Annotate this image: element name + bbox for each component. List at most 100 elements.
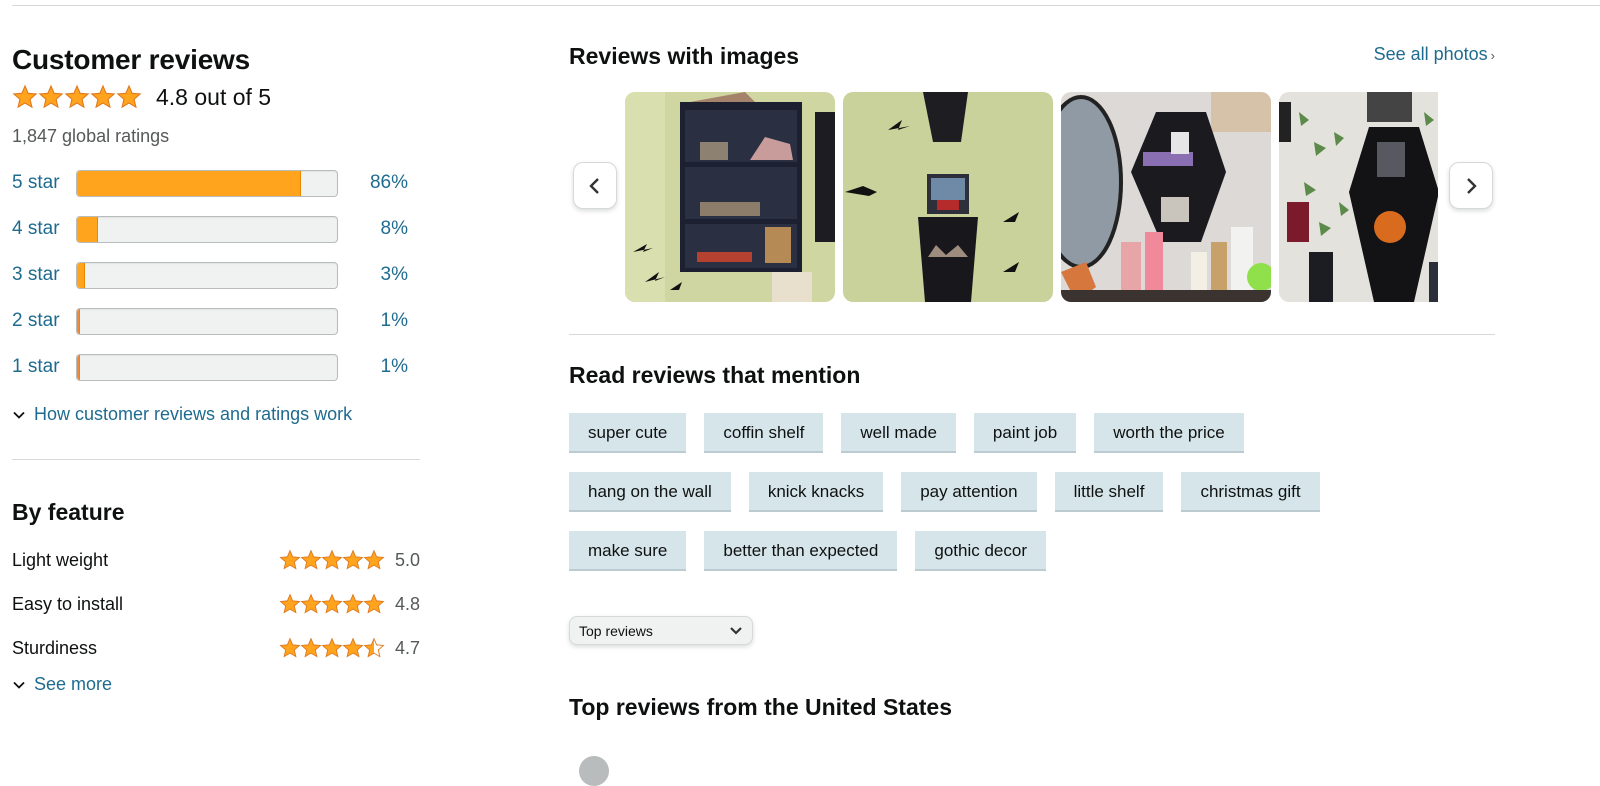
global-ratings-count: 1,847 global ratings <box>12 126 170 146</box>
mention-chip[interactable]: well made <box>841 413 956 453</box>
histogram-row-3-star[interactable]: 3 star 3% <box>12 252 420 298</box>
reviews-with-images-heading: Reviews with images <box>569 43 800 69</box>
ratings-summary-panel: Customer reviews 4.8 out of 5 1,847 glob… <box>12 40 420 695</box>
feature-name: Sturdiness <box>12 637 98 658</box>
histogram-label[interactable]: 4 star <box>12 218 76 240</box>
histogram-percent[interactable]: 1% <box>338 310 408 332</box>
feature-name: Easy to install <box>12 593 124 614</box>
histogram-label[interactable]: 2 star <box>12 310 76 332</box>
mention-chip[interactable]: pay attention <box>901 472 1037 512</box>
overall-rating[interactable]: 4.8 out of 5 <box>12 80 420 114</box>
star-full-icon <box>300 637 322 658</box>
star-full-icon <box>342 549 364 570</box>
feature-stars <box>279 637 385 659</box>
overall-rating-text: 4.8 out of 5 <box>156 83 272 110</box>
review-image[interactable] <box>1061 92 1271 302</box>
histogram-row-2-star[interactable]: 2 star 1% <box>12 298 420 344</box>
review-image[interactable] <box>625 92 835 302</box>
mention-chip[interactable]: make sure <box>569 531 687 571</box>
star-full-icon <box>38 84 64 109</box>
mention-chips: super cute coffin shelf well made paint job… <box>569 413 1329 571</box>
mention-chip[interactable]: hang on the wall <box>569 472 731 512</box>
chevron-down-icon <box>13 411 25 419</box>
histogram-fill <box>77 262 85 288</box>
carousel-next-button[interactable] <box>1449 162 1493 209</box>
feature-row: Light weight 5.0 <box>12 538 420 582</box>
histogram-percent[interactable]: 8% <box>338 218 408 240</box>
review-image[interactable] <box>843 92 1053 302</box>
histogram-row-1-star[interactable]: 1 star 1% <box>12 344 420 390</box>
review-images-carousel <box>569 92 1495 302</box>
star-full-icon <box>64 84 90 109</box>
mention-chip[interactable]: better than expected <box>704 531 898 571</box>
star-full-icon <box>300 593 322 614</box>
star-full-icon <box>321 593 343 614</box>
rating-histogram: 5 star 86% 4 star 8% 3 star 3% 2 star 1%… <box>12 160 420 390</box>
star-full-icon <box>363 593 385 614</box>
star-full-icon <box>321 549 343 570</box>
histogram-percent[interactable]: 3% <box>338 264 408 286</box>
mention-chip[interactable]: christmas gift <box>1181 472 1320 512</box>
see-more-label[interactable]: See more <box>34 674 112 695</box>
review-image-shelf-green-wall <box>625 92 835 302</box>
review-image-coffin-green-wall <box>843 92 1053 302</box>
feature-ratings: Light weight 5.0 Easy to install 4.8 Stu… <box>12 538 420 670</box>
histogram-row-5-star[interactable]: 5 star 86% <box>12 160 420 206</box>
sort-reviews-dropdown[interactable]: Top reviews <box>569 616 753 645</box>
histogram-label[interactable]: 3 star <box>12 264 76 286</box>
histogram-percent[interactable]: 1% <box>338 356 408 378</box>
how-reviews-work-label[interactable]: How customer reviews and ratings work <box>34 404 352 425</box>
see-all-photos-link[interactable]: See all photos › <box>1374 40 1495 70</box>
how-reviews-work-link[interactable]: How customer reviews and ratings work <box>12 404 420 425</box>
mention-chip[interactable]: super cute <box>569 413 687 453</box>
chevron-right-icon: › <box>1490 48 1495 63</box>
see-more-features-link[interactable]: See more <box>12 674 420 695</box>
review-image-strip <box>625 92 1438 302</box>
star-full-icon <box>342 637 364 658</box>
star-full-icon <box>300 549 322 570</box>
section-divider <box>12 459 420 460</box>
histogram-label[interactable]: 5 star <box>12 172 76 194</box>
histogram-bar[interactable] <box>76 307 338 335</box>
star-full-icon <box>279 549 301 570</box>
see-all-photos-label[interactable]: See all photos <box>1374 44 1488 64</box>
histogram-percent[interactable]: 86% <box>338 172 408 194</box>
mention-chip[interactable]: little shelf <box>1054 472 1164 512</box>
histogram-label[interactable]: 1 star <box>12 356 76 378</box>
section-divider <box>569 334 1495 335</box>
histogram-row-4-star[interactable]: 4 star 8% <box>12 206 420 252</box>
star-full-icon <box>12 84 38 109</box>
histogram-fill <box>77 170 301 196</box>
by-feature-heading: By feature <box>12 499 125 525</box>
feature-row: Easy to install 4.8 <box>12 582 420 626</box>
review-image[interactable] <box>1279 92 1438 302</box>
mention-chip[interactable]: worth the price <box>1094 413 1244 453</box>
chevron-left-icon <box>589 177 599 194</box>
overall-stars <box>12 84 142 110</box>
star-full-icon <box>116 84 142 109</box>
carousel-prev-button[interactable] <box>573 162 617 209</box>
mention-chip[interactable]: coffin shelf <box>704 413 824 453</box>
star-full-icon <box>279 593 301 614</box>
histogram-bar[interactable] <box>76 169 338 197</box>
histogram-bar[interactable] <box>76 215 338 243</box>
chevron-down-icon <box>13 681 25 689</box>
histogram-bar[interactable] <box>76 261 338 289</box>
mention-chip[interactable]: paint job <box>973 413 1077 453</box>
mention-chip[interactable]: knick knacks <box>748 472 884 512</box>
feature-row: Sturdiness 4.7 <box>12 626 420 670</box>
top-reviews-heading: Top reviews from the United States <box>569 694 952 720</box>
feature-rating: 5.0 <box>394 549 420 570</box>
histogram-fill <box>77 216 98 242</box>
histogram-fill <box>77 354 80 380</box>
reviews-main-panel: Reviews with images See all photos › Rea… <box>569 40 1495 723</box>
mention-chip[interactable]: gothic decor <box>915 531 1047 571</box>
chevron-right-icon <box>1467 177 1477 194</box>
chevron-down-icon <box>730 626 742 635</box>
star-full-icon <box>321 637 343 658</box>
feature-rating: 4.8 <box>394 593 420 614</box>
star-partial-icon <box>363 637 385 658</box>
feature-name: Light weight <box>12 549 109 570</box>
histogram-bar[interactable] <box>76 353 338 381</box>
star-full-icon <box>90 84 116 109</box>
